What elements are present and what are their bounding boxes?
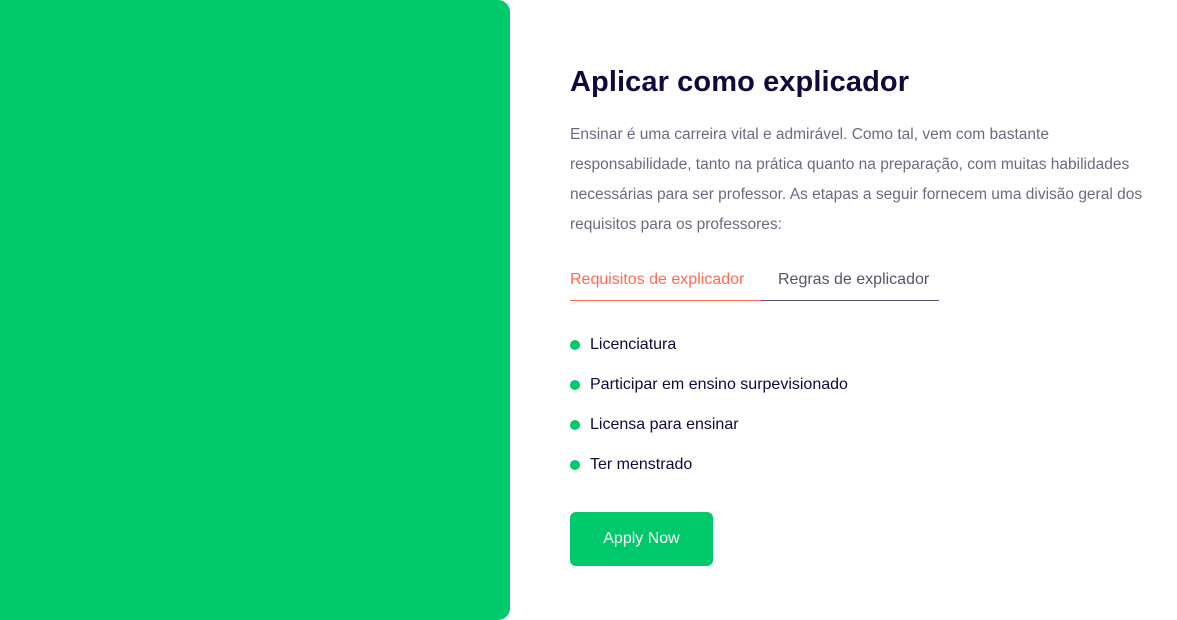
bullet-dot-icon xyxy=(570,420,580,430)
section-description: Ensinar é uma carreira vital e admirável… xyxy=(570,126,1143,233)
list-item-label: Licensa para ensinar xyxy=(590,416,739,433)
list-item-label: Participar em ensino surpevisionado xyxy=(590,376,848,393)
requirements-list: Licenciatura Participar em ensino surpev… xyxy=(570,325,1170,485)
page: Aplicar como explicador Ensinar é uma ca… xyxy=(0,0,1177,620)
list-item: Ter menstrado xyxy=(570,445,1170,485)
bullet-dot-icon xyxy=(570,380,580,390)
tabs: Requisitos de explicador Regras de expli… xyxy=(570,270,939,301)
bullet-dot-icon xyxy=(570,460,580,470)
list-item: Licensa para ensinar xyxy=(570,405,1170,445)
hero-image-panel xyxy=(0,0,510,620)
bullet-dot-icon xyxy=(570,340,580,350)
section-title: Aplicar como explicador xyxy=(570,66,910,98)
list-item-label: Ter menstrado xyxy=(590,456,693,473)
apply-section: Aplicar como explicador Ensinar é uma ca… xyxy=(570,62,1170,566)
list-item-label: Licenciatura xyxy=(590,336,677,353)
list-item: Licenciatura xyxy=(570,325,1170,365)
apply-now-button[interactable]: Apply Now xyxy=(570,512,713,566)
tab-requisitos[interactable]: Requisitos de explicador xyxy=(570,270,761,301)
list-item: Participar em ensino surpevisionado xyxy=(570,365,1170,405)
tab-regras[interactable]: Regras de explicador xyxy=(761,270,929,300)
